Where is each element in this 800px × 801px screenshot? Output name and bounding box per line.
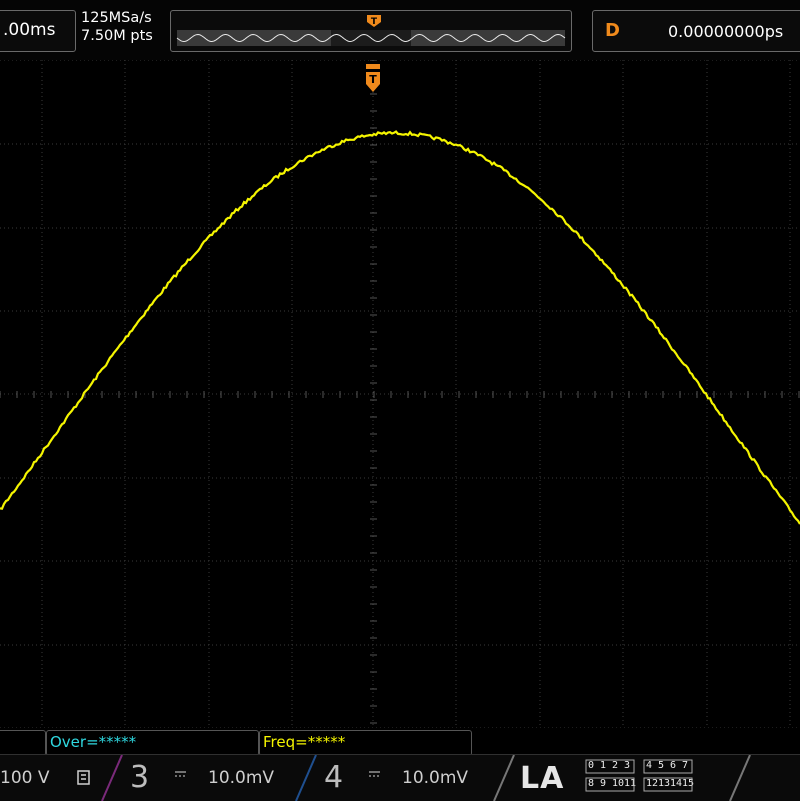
sample-rate: 125MSa/s [81, 10, 152, 26]
center-axis-ticks [0, 59, 800, 724]
measurement-overshoot-label: Over=***** [50, 733, 137, 751]
waveform-overview[interactable]: T [170, 10, 572, 52]
waveform-display[interactable]: T [0, 59, 800, 729]
timebase-display[interactable]: .00ms [0, 10, 76, 52]
status-bar: .00ms 125MSa/s 7.50M pts T D 0.00000000p… [0, 0, 800, 60]
trigger-position-label: T [369, 73, 377, 86]
trigger-position-icon: T [366, 64, 380, 92]
measurement-frequency-label: Freq=***** [263, 733, 346, 751]
channel-1-trace [0, 130, 800, 525]
timebase-value: .00ms [3, 20, 56, 40]
channel-bar: 100 V 3 10.0mV 4 10.0mV LA 0 1 2 3 4 5 6… [0, 754, 800, 801]
logic-analyzer-label: LA [520, 761, 565, 796]
channel-4-number: 4 [324, 760, 344, 795]
memory-depth: 7.50M pts [81, 28, 153, 44]
channel-3-coupling-icon [175, 771, 186, 777]
overview-waveform: T [176, 15, 566, 46]
measurement-overshoot[interactable]: Over=***** [46, 730, 259, 756]
channel-3-scale: 10.0mV [208, 768, 275, 788]
channel-3-status[interactable]: 3 10.0mV [120, 755, 300, 801]
delay-label: D [605, 20, 620, 41]
channel-4-scale: 10.0mV [402, 768, 469, 788]
overview-trigger-label: T [371, 17, 378, 27]
delay-display[interactable]: D 0.00000000ps [592, 10, 800, 52]
measurement-frequency[interactable]: Freq=***** [259, 730, 472, 756]
logic-analyzer-status[interactable]: LA 0 1 2 3 4 5 6 7 8 9 10 11 12 13 14 15 [512, 755, 742, 801]
channel-3-number: 3 [130, 760, 150, 795]
delay-value: 0.00000000ps [668, 22, 784, 41]
acquisition-info: 125MSa/s 7.50M pts [81, 9, 153, 45]
measurement-slot-0[interactable] [0, 730, 46, 756]
channel-4-status[interactable]: 4 10.0mV [314, 755, 494, 801]
channel-4-coupling-icon [369, 771, 380, 777]
waveform-grid-svg: T [0, 59, 800, 729]
logic-analyzer-bit-boxes [585, 759, 693, 792]
